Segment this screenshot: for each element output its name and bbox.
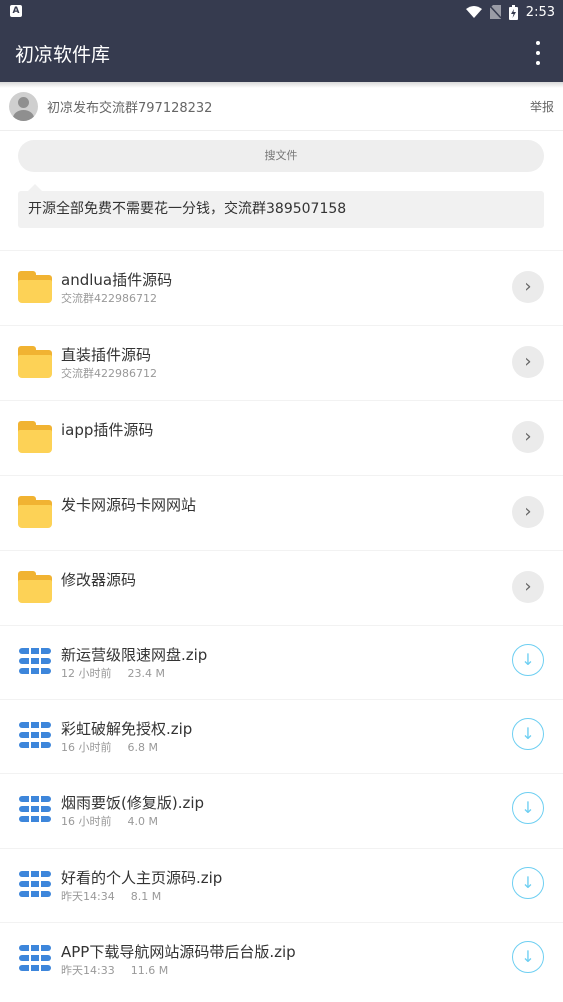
zip-file-icon bbox=[19, 871, 51, 897]
folder-name: iapp插件源码 bbox=[61, 421, 154, 439]
file-row[interactable]: 好看的个人主页源码.zip 昨天14:34 8.1 M ↓ bbox=[0, 848, 563, 924]
download-icon[interactable]: ↓ bbox=[512, 941, 544, 973]
folder-description: 交流群422986712 bbox=[61, 292, 157, 305]
wifi-icon bbox=[465, 6, 482, 18]
download-icon[interactable]: ↓ bbox=[512, 718, 544, 750]
folder-description: 交流群422986712 bbox=[61, 367, 157, 380]
folder-icon bbox=[18, 571, 52, 603]
file-name: 彩虹破解免授权.zip bbox=[61, 720, 193, 738]
file-row[interactable]: 烟雨要饭(修复版).zip 16 小时前 4.0 M ↓ bbox=[0, 773, 563, 849]
file-meta: 12 小时前 23.4 M bbox=[61, 665, 165, 681]
file-size: 8.1 M bbox=[130, 890, 162, 903]
chevron-right-icon[interactable]: › bbox=[512, 421, 544, 453]
file-size: 23.4 M bbox=[127, 667, 165, 680]
folder-name: 直装插件源码 bbox=[61, 346, 152, 364]
chevron-right-icon[interactable]: › bbox=[512, 346, 544, 378]
folder-icon bbox=[18, 421, 52, 453]
folder-name: andlua插件源码 bbox=[61, 271, 173, 289]
file-meta: 昨天14:33 11.6 M bbox=[61, 962, 168, 978]
chevron-right-icon[interactable]: › bbox=[512, 571, 544, 603]
battery-icon bbox=[508, 4, 518, 20]
file-row[interactable]: APP下载导航网站源码带后台版.zip 昨天14:33 11.6 M ↓ bbox=[0, 922, 563, 998]
download-icon[interactable]: ↓ bbox=[512, 792, 544, 824]
file-name: 烟雨要饭(修复版).zip bbox=[61, 794, 205, 812]
file-time: 16 小时前 bbox=[61, 815, 112, 828]
zip-file-icon bbox=[19, 722, 51, 748]
notification-icon: A bbox=[10, 5, 22, 17]
file-size: 4.0 M bbox=[127, 815, 158, 828]
download-icon[interactable]: ↓ bbox=[512, 644, 544, 676]
report-button[interactable]: 举报 bbox=[530, 98, 554, 115]
file-meta: 16 小时前 4.0 M bbox=[61, 813, 158, 829]
status-bar: A 2:53 bbox=[0, 0, 563, 24]
file-row[interactable]: 新运营级限速网盘.zip 12 小时前 23.4 M ↓ bbox=[0, 625, 563, 701]
file-row[interactable]: 彩虹破解免授权.zip 16 小时前 6.8 M ↓ bbox=[0, 699, 563, 775]
folder-name: 修改器源码 bbox=[61, 571, 137, 589]
more-vert-icon[interactable] bbox=[531, 41, 545, 65]
app-title: 初凉软件库 bbox=[15, 44, 111, 66]
app-toolbar: 初凉软件库 bbox=[0, 24, 563, 82]
folder-row[interactable]: 修改器源码 › bbox=[0, 550, 563, 626]
folder-icon bbox=[18, 271, 52, 303]
download-icon[interactable]: ↓ bbox=[512, 867, 544, 899]
file-name: APP下载导航网站源码带后台版.zip bbox=[61, 943, 296, 961]
avatar[interactable] bbox=[9, 92, 38, 121]
file-time: 16 小时前 bbox=[61, 741, 112, 754]
status-icons: 2:53 bbox=[465, 3, 555, 21]
folder-row[interactable]: 直装插件源码 交流群422986712 › bbox=[0, 325, 563, 401]
file-name: 新运营级限速网盘.zip bbox=[61, 646, 208, 664]
publisher-row[interactable]: 初凉发布交流群797128232 举报 bbox=[0, 88, 563, 131]
folder-icon bbox=[18, 496, 52, 528]
chevron-right-icon[interactable]: › bbox=[512, 496, 544, 528]
zip-file-icon bbox=[19, 796, 51, 822]
notice-bubble: 开源全部免费不需要花一分钱，交流群389507158 bbox=[18, 184, 544, 228]
file-meta: 16 小时前 6.8 M bbox=[61, 739, 158, 755]
zip-file-icon bbox=[19, 945, 51, 971]
no-sim-icon bbox=[489, 5, 501, 19]
publisher-name: 初凉发布交流群797128232 bbox=[47, 101, 213, 116]
file-size: 11.6 M bbox=[130, 964, 169, 977]
file-time: 昨天14:34 bbox=[61, 890, 115, 903]
file-meta: 昨天14:34 8.1 M bbox=[61, 888, 161, 904]
file-time: 12 小时前 bbox=[61, 667, 112, 680]
file-size: 6.8 M bbox=[127, 741, 158, 754]
clock: 2:53 bbox=[525, 4, 555, 20]
zip-file-icon bbox=[19, 648, 51, 674]
file-name: 好看的个人主页源码.zip bbox=[61, 869, 223, 887]
folder-row[interactable]: iapp插件源码 › bbox=[0, 400, 563, 476]
search-input[interactable]: 搜文件 bbox=[18, 140, 544, 172]
folder-name: 发卡网源码卡网网站 bbox=[61, 496, 197, 514]
folder-row[interactable]: 发卡网源码卡网网站 › bbox=[0, 475, 563, 551]
chevron-right-icon[interactable]: › bbox=[512, 271, 544, 303]
file-time: 昨天14:33 bbox=[61, 964, 115, 977]
folder-icon bbox=[18, 346, 52, 378]
folder-row[interactable]: andlua插件源码 交流群422986712 › bbox=[0, 250, 563, 326]
